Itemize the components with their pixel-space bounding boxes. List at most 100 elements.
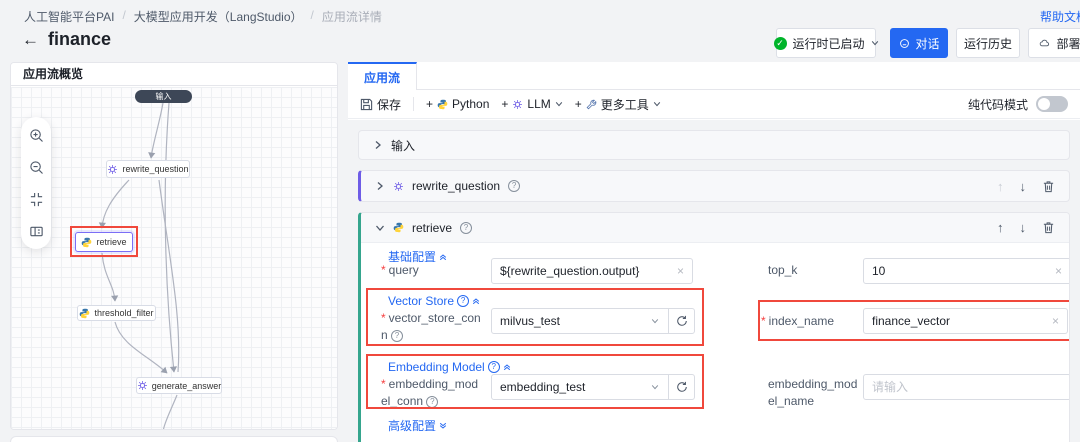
embedding-group-link[interactable]: Embedding Model ? [388,360,511,374]
move-down-icon[interactable]: ↓ [1020,221,1027,234]
flow-node-retrieve-label: retrieve [96,237,126,247]
back-icon[interactable]: ← [22,30,39,50]
success-check-icon: ✓ [774,37,787,50]
llm-icon [512,99,523,110]
python-icon [81,237,92,248]
clear-icon[interactable]: × [1052,314,1059,328]
section-input-header[interactable]: 输入 [359,131,1069,159]
vector-store-conn-label: *vector_store_conn ? [381,310,483,344]
code-mode-toggle[interactable] [1036,96,1068,112]
move-down-icon[interactable]: ↓ [1020,180,1027,193]
help-icon[interactable]: ? [426,396,438,408]
delete-icon[interactable] [1042,180,1055,193]
next-panel-edge [10,436,338,442]
chevron-down-icon [375,223,385,233]
breadcrumb-separator: / [122,8,125,25]
flow-overview-title: 应用流概览 [11,63,337,86]
chevron-double-up-icon [472,297,480,305]
help-icon[interactable]: ? [457,295,469,307]
refresh-icon[interactable] [668,375,694,399]
chevron-double-up-icon [503,363,511,371]
python-icon [393,222,404,233]
section-retrieve-header[interactable]: retrieve ? ↑ ↓ [361,213,1069,243]
embedding-model-conn-select[interactable]: embedding_test [491,374,695,400]
vector-store-conn-select[interactable]: milvus_test [491,308,695,334]
query-input[interactable] [500,264,671,278]
required-icon: * [381,311,386,325]
plus-icon: + [426,97,433,111]
chevron-down-icon [653,100,661,108]
zoom-in-icon[interactable] [28,127,44,143]
top-k-input[interactable] [872,264,1049,278]
flow-node-threshold-label: threshold_filter [94,308,153,318]
move-up-icon[interactable]: ↑ [997,180,1004,193]
required-icon: * [761,314,766,328]
advanced-config-link[interactable]: 高级配置 [388,417,447,434]
section-input: 输入 [358,130,1070,160]
top-k-label: top_k [768,262,868,279]
required-icon: * [381,377,386,391]
deploy-button[interactable]: 部署 [1028,28,1080,58]
clear-icon[interactable]: × [1055,264,1062,278]
add-python-button[interactable]: + Python [426,97,489,111]
refresh-icon[interactable] [668,309,694,333]
fit-view-icon[interactable] [28,191,44,207]
chevron-down-icon[interactable] [642,317,668,325]
toggle-knob [1038,98,1050,110]
toolbar-divider [413,97,414,111]
clear-icon[interactable]: × [677,264,684,278]
flow-node-input[interactable]: 输入 [135,90,192,103]
chat-button-label: 对话 [916,35,940,52]
run-history-button[interactable]: 运行历史 [956,28,1020,58]
breadcrumb-item-langstudio[interactable]: 大模型应用开发（LangStudio） [134,8,303,25]
save-icon [360,98,373,111]
section-rewrite-title: rewrite_question [412,179,500,193]
flow-node-rewrite-question[interactable]: rewrite_question [106,160,190,178]
breadcrumb-item-platform[interactable]: 人工智能平台PAI [24,8,114,25]
move-up-icon[interactable]: ↑ [997,221,1004,234]
chevron-right-icon [375,181,385,191]
breadcrumb: 人工智能平台PAI / 大模型应用开发（LangStudio） / 应用流详情 [24,8,382,25]
zoom-out-icon[interactable] [28,159,44,175]
layout-icon[interactable] [28,223,44,239]
vector-store-group-link[interactable]: Vector Store ? [388,294,480,308]
chevron-double-down-icon [439,422,447,430]
add-llm-button[interactable]: + LLM [501,97,562,111]
delete-icon[interactable] [1042,221,1055,234]
index-name-input-wrap: × [863,308,1068,334]
vector-store-group-label: Vector Store [388,294,454,308]
breadcrumb-separator: / [311,8,314,25]
flow-node-rewrite-label: rewrite_question [122,164,188,174]
tab-flow[interactable]: 应用流 [348,62,417,90]
section-rewrite-header[interactable]: rewrite_question ? ↑ ↓ [361,171,1069,201]
save-button[interactable]: 保存 [360,96,401,113]
embedding-model-conn-value: embedding_test [492,380,642,394]
help-icon[interactable]: ? [488,361,500,373]
flow-overview-panel: 应用流概览 [10,62,338,430]
embedding-model-name-label: embedding_model_name [768,376,864,410]
chevron-down-icon [555,100,563,108]
chevron-down-icon[interactable] [642,383,668,391]
flow-node-retrieve[interactable]: retrieve [75,232,133,252]
advanced-config-label: 高级配置 [388,417,436,434]
python-icon [79,308,90,319]
canvas-toolbar [21,117,51,249]
node-config-list: 输入 rewrite_question ? ↑ ↓ retri [348,120,1080,442]
flow-node-generate-answer[interactable]: generate_answer [136,377,222,394]
help-icon[interactable]: ? [391,330,403,342]
code-mode-label: 纯代码模式 [968,96,1028,113]
flow-node-threshold-filter[interactable]: threshold_filter [77,305,156,321]
add-more-tools-button[interactable]: + 更多工具 [575,96,661,113]
embedding-model-name-input[interactable] [872,380,1062,394]
flow-editor-panel: 应用流 保存 + Python + LLM + 更多工具 纯代码模式 [348,62,1080,442]
flow-node-generate-label: generate_answer [152,381,222,391]
chat-button[interactable]: 对话 [890,28,948,58]
section-retrieve-title: retrieve [412,221,452,235]
help-doc-link[interactable]: 帮助文档 [1040,8,1080,25]
vector-store-conn-value: milvus_test [492,314,642,328]
embedding-model-name-input-wrap [863,374,1070,400]
index-name-input[interactable] [872,314,1046,328]
help-icon[interactable]: ? [508,180,520,192]
help-icon[interactable]: ? [460,222,472,234]
runtime-status-button[interactable]: ✓ 运行时已启动 [776,28,876,58]
